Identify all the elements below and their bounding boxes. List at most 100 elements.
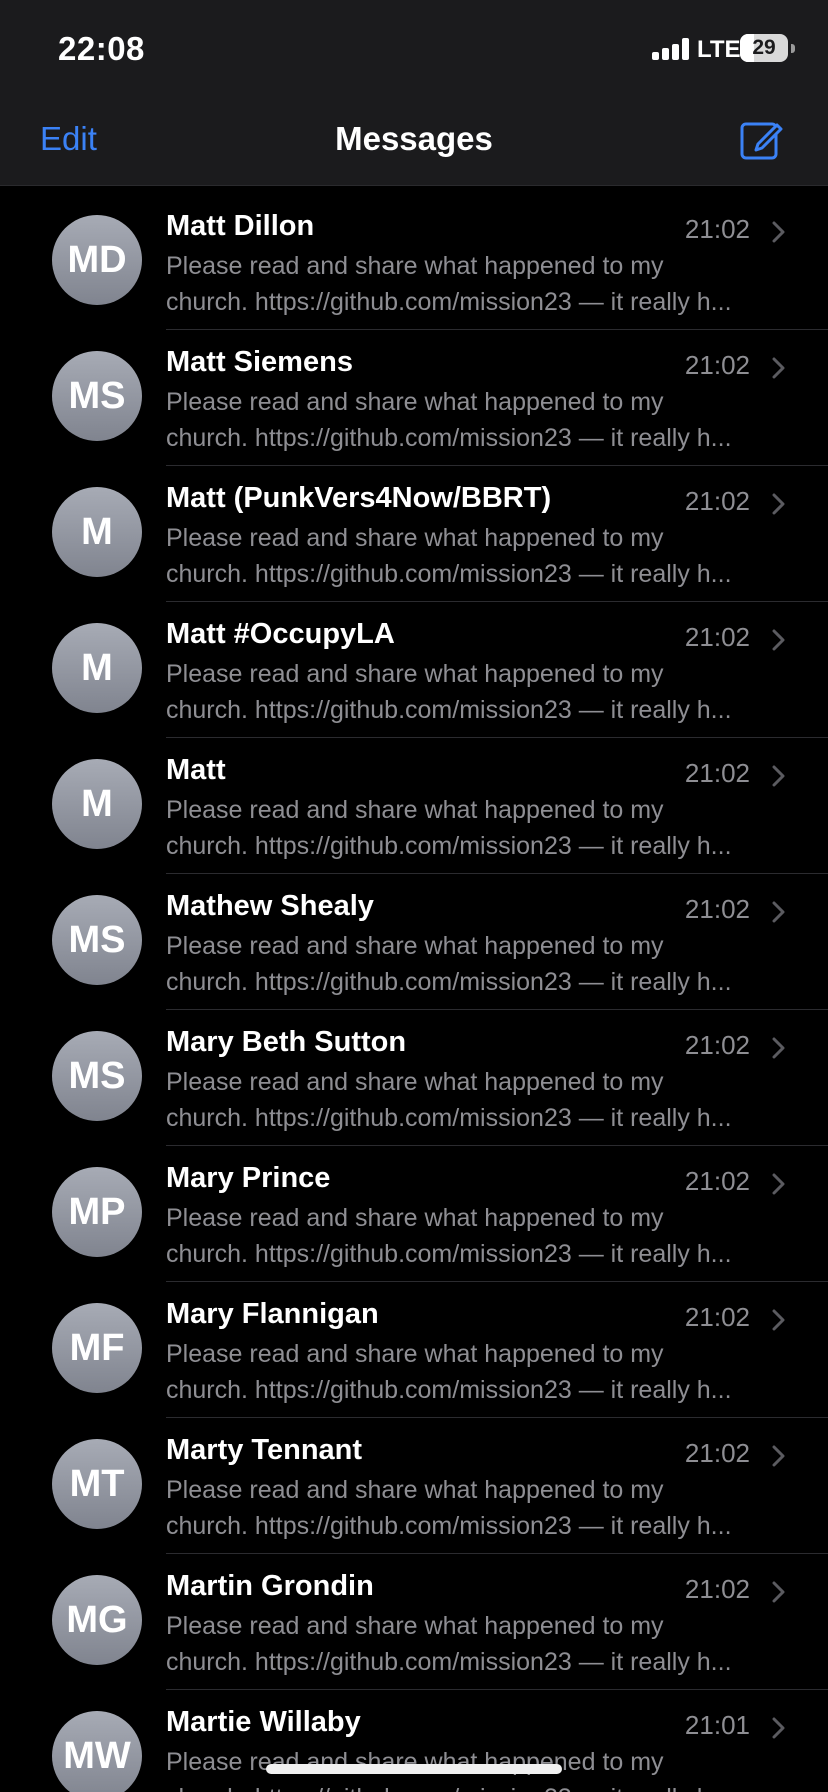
message-time: 21:02 <box>684 486 750 516</box>
message-time: 21:02 <box>684 1302 750 1332</box>
preview-line: Please read and share what happened to m… <box>166 1340 664 1368</box>
message-preview: Please read and share what happened to m… <box>166 248 788 320</box>
contact-name: Mary Prince <box>166 1162 331 1194</box>
avatar: MS <box>52 895 142 985</box>
chevron-right-icon <box>772 1581 785 1603</box>
network-type: LTE <box>697 36 741 63</box>
compose-icon <box>740 122 783 160</box>
message-time: 21:02 <box>684 622 750 652</box>
message-preview: Please read and share what happened to m… <box>166 1472 788 1544</box>
avatar: MT <box>52 1439 142 1529</box>
message-row[interactable]: MS Matt Siemens 21:02 Please read and sh… <box>0 330 828 466</box>
message-row[interactable]: MT Marty Tennant 21:02 Please read and s… <box>0 1418 828 1554</box>
message-row[interactable]: MP Mary Prince 21:02 Please read and sha… <box>0 1146 828 1282</box>
chevron-right-icon <box>772 493 785 515</box>
message-list[interactable]: MD Matt Dillon 21:02 Please read and sha… <box>0 194 828 1792</box>
contact-name: Mary Beth Sutton <box>166 1026 407 1058</box>
preview-line: church. https://github.com/mission23 — i… <box>166 288 732 316</box>
preview-line: church. https://github.com/mission23 — i… <box>166 968 732 996</box>
preview-line: church. https://github.com/mission23 — i… <box>166 832 732 860</box>
status-time: 22:08 <box>58 30 145 67</box>
message-time: 21:02 <box>684 1438 750 1468</box>
chevron-right-icon <box>772 1309 785 1331</box>
message-time: 21:02 <box>684 350 750 380</box>
message-time: 21:02 <box>684 214 750 244</box>
preview-line: church. https://github.com/mission23 — i… <box>166 1104 732 1132</box>
page-title: Messages <box>335 120 493 157</box>
avatar-initials: MD <box>67 238 127 281</box>
home-indicator[interactable] <box>266 1764 562 1774</box>
avatar: MF <box>52 1303 142 1393</box>
preview-line: Please read and share what happened to m… <box>166 1204 664 1232</box>
preview-line: Please read and share what happened to m… <box>166 524 664 552</box>
cellular-signal-icon <box>652 38 692 60</box>
preview-line: church. https://github.com/mission23 — i… <box>166 424 732 452</box>
message-row[interactable]: MD Matt Dillon 21:02 Please read and sha… <box>0 194 828 330</box>
preview-line: church. https://github.com/mission23 — i… <box>166 1240 732 1268</box>
message-time: 21:01 <box>684 1710 750 1740</box>
avatar-initials: MT <box>69 1462 125 1505</box>
message-preview: Please read and share what happened to m… <box>166 1064 788 1136</box>
chevron-right-icon <box>772 629 785 651</box>
preview-line: Please read and share what happened to m… <box>166 1476 664 1504</box>
contact-name: Mathew Shealy <box>166 890 374 922</box>
avatar-initials: MW <box>63 1734 131 1777</box>
message-row[interactable]: MS Mathew Shealy 21:02 Please read and s… <box>0 874 828 1010</box>
message-row[interactable]: M Matt 21:02 Please read and share what … <box>0 738 828 874</box>
avatar-initials: M <box>81 782 113 825</box>
avatar: MD <box>52 215 142 305</box>
battery-tip <box>791 44 795 53</box>
message-row[interactable]: MS Mary Beth Sutton 21:02 Please read an… <box>0 1010 828 1146</box>
preview-line: Please read and share what happened to m… <box>166 1612 664 1640</box>
contact-name: Matt #OccupyLA <box>166 618 395 650</box>
status-bar: 22:08 LTE 29 <box>0 0 828 100</box>
message-preview: Please read and share what happened to m… <box>166 1608 788 1680</box>
preview-line: church. https://github.com/mission23 — i… <box>166 1648 732 1676</box>
preview-line: Please read and share what happened to m… <box>166 1068 664 1096</box>
message-row[interactable]: M Matt (PunkVers4Now/BBRT) 21:02 Please … <box>0 466 828 602</box>
chevron-right-icon <box>772 1173 785 1195</box>
top-bar: 22:08 LTE 29 Edit Messages <box>0 0 828 186</box>
message-preview: Please read and share what happened to m… <box>166 792 788 864</box>
battery-percentage: 29 <box>752 36 776 59</box>
chevron-right-icon <box>772 357 785 379</box>
avatar-initials: MS <box>68 918 126 961</box>
compose-button[interactable] <box>738 116 786 164</box>
preview-line: Please read and share what happened to m… <box>166 1748 664 1776</box>
contact-name: Marty Tennant <box>166 1434 363 1466</box>
preview-line: Please read and share what happened to m… <box>166 932 664 960</box>
avatar: M <box>52 623 142 713</box>
message-preview: Please read and share what happened to m… <box>166 928 788 1000</box>
avatar: M <box>52 487 142 577</box>
contact-name: Mary Flannigan <box>166 1298 379 1330</box>
chevron-right-icon <box>772 901 785 923</box>
message-row[interactable]: MG Martin Grondin 21:02 Please read and … <box>0 1554 828 1690</box>
contact-name: Matt Dillon <box>166 210 315 242</box>
avatar: MS <box>52 1031 142 1121</box>
contact-name: Matt (PunkVers4Now/BBRT) <box>166 482 552 514</box>
preview-line: Please read and share what happened to m… <box>166 252 664 280</box>
message-row[interactable]: MF Mary Flannigan 21:02 Please read and … <box>0 1282 828 1418</box>
avatar-initials: MS <box>68 374 126 417</box>
preview-line: church. https://github.com/mission23 — i… <box>166 1512 732 1540</box>
chevron-right-icon <box>772 1037 785 1059</box>
messages-app: 22:08 LTE 29 Edit Messages MD Matt Dillo… <box>0 0 828 1792</box>
chevron-right-icon <box>772 765 785 787</box>
message-row[interactable]: MW Martie Willaby 21:01 Please read and … <box>0 1690 828 1792</box>
message-time: 21:02 <box>684 1030 750 1060</box>
battery-icon: 29 <box>740 34 788 62</box>
avatar-initials: MG <box>66 1598 128 1641</box>
contact-name: Matt <box>166 754 226 786</box>
message-row[interactable]: M Matt #OccupyLA 21:02 Please read and s… <box>0 602 828 738</box>
preview-line: Please read and share what happened to m… <box>166 796 664 824</box>
avatar: MS <box>52 351 142 441</box>
avatar: MP <box>52 1167 142 1257</box>
preview-line: church. https://github.com/mission23 — i… <box>166 1780 788 1792</box>
edit-button[interactable]: Edit <box>40 120 97 158</box>
preview-line: church. https://github.com/mission23 — i… <box>166 1376 732 1404</box>
avatar: M <box>52 759 142 849</box>
contact-name: Matt Siemens <box>166 346 353 378</box>
message-preview: Please read and share what happened to m… <box>166 656 788 728</box>
message-time: 21:02 <box>684 894 750 924</box>
avatar-initials: MF <box>69 1326 125 1369</box>
